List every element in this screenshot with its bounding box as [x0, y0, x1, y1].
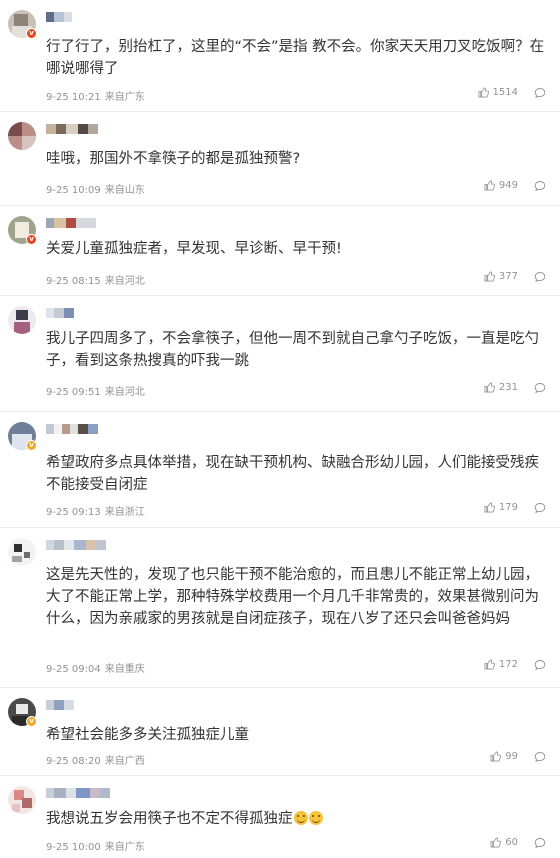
comment-item: 这是先天性的，发现了也只能干预不能治愈的，而且患儿不能正常上幼儿园，大了不能正常… [0, 528, 560, 688]
like-button[interactable]: 377 [484, 271, 518, 282]
comment-location: 来自广西 [104, 756, 145, 767]
comment-location: 来自河北 [104, 387, 145, 398]
comment-list: v 行了行了，别抬杠了，这里的“不会”是指 教不会。你家天天用刀叉吃饭啊？在哪说… [0, 0, 560, 858]
comment-bubble-icon[interactable] [534, 659, 546, 671]
comment-text: 关爱儿童孤独症者，早发现、早诊断、早干预! [46, 241, 342, 257]
comment-time: 9-25 08:20 [46, 756, 101, 767]
comment-time: 9-25 09:51 [46, 387, 101, 398]
like-count: 172 [498, 659, 518, 670]
thumbs-up-icon [490, 751, 502, 762]
comment-text: 希望社会能多多关注孤独症儿童 [46, 727, 249, 743]
username-blurred[interactable] [46, 216, 96, 230]
comment-bubble-icon[interactable] [534, 382, 546, 394]
like-button[interactable]: 172 [484, 659, 518, 670]
laughing-emoji-icon [293, 811, 308, 825]
comment-item: 我儿子四周多了，不会拿筷子，但他一周不到就自己拿勺子吃饭，一直是吃勺子，看到这条… [0, 296, 560, 412]
like-button[interactable]: 231 [484, 382, 518, 393]
username-blurred[interactable] [46, 538, 106, 552]
thumbs-up-icon [484, 502, 495, 513]
like-button[interactable]: 949 [484, 180, 518, 191]
comment-time: 9-25 09:13 [46, 507, 101, 518]
comment-item: v 希望社会能多多关注孤独症儿童 9-25 08:20 来自广西 99 [0, 688, 560, 776]
avatar[interactable] [8, 538, 36, 566]
comment-bubble-icon[interactable] [534, 87, 546, 99]
comment-location: 来自河北 [104, 276, 145, 287]
laughing-emoji-icon [308, 811, 323, 825]
username-blurred[interactable] [46, 306, 74, 320]
comment-text: 哇哦，那国外不拿筷子的都是孤独预警? [46, 151, 301, 167]
like-button[interactable]: 99 [490, 751, 518, 762]
comment-bubble-icon[interactable] [534, 751, 546, 763]
username-blurred[interactable] [46, 786, 110, 800]
like-count: 1514 [492, 87, 518, 98]
comment-text: 我儿子四周多了，不会拿筷子，但他一周不到就自己拿勺子吃饭，一直是吃勺子，看到这条… [46, 331, 539, 369]
like-button[interactable]: 179 [484, 502, 518, 513]
comment-item: v 关爱儿童孤独症者，早发现、早诊断、早干预! 9-25 08:15 来自河北 3… [0, 206, 560, 296]
avatar[interactable] [8, 786, 36, 814]
thumbs-up-icon [478, 87, 489, 98]
comment-location: 来自浙江 [104, 507, 145, 518]
comment-text-content: 我想说五岁会用筷子也不定不得孤独症 [46, 811, 293, 827]
comment-location: 来自山东 [104, 185, 145, 196]
verified-badge-icon: v [26, 234, 37, 245]
verified-badge-icon: v [26, 440, 37, 451]
comment-meta: 9-25 09:13 来自浙江 [46, 503, 145, 518]
thumbs-up-icon [484, 382, 495, 393]
comment-meta: 9-25 10:21 来自广东 [46, 88, 145, 103]
comment-bubble-icon[interactable] [534, 180, 546, 192]
comment-text: 行了行了，别抬杠了，这里的“不会”是指 教不会。你家天天用刀叉吃饭啊？在哪说哪得… [46, 39, 545, 77]
comment-meta: 9-25 10:09 来自山东 [46, 181, 145, 196]
like-count: 99 [505, 751, 518, 762]
comment-text: 我想说五岁会用筷子也不定不得孤独症 [46, 808, 546, 830]
comment-meta: 9-25 09:04 来自重庆 [46, 660, 145, 675]
comment-item: v 希望政府多点具体举措，现在缺干预机构、缺融合形幼儿园，人们能接受残疾不能接受… [0, 412, 560, 528]
avatar[interactable] [8, 306, 36, 334]
verified-badge-icon: v [26, 716, 37, 727]
like-count: 179 [498, 502, 518, 513]
avatar[interactable] [8, 122, 36, 150]
comment-item: 我想说五岁会用筷子也不定不得孤独症 9-25 10:00 来自广东 60 [0, 776, 560, 858]
username-blurred[interactable] [46, 10, 72, 24]
like-button[interactable]: 1514 [478, 87, 518, 98]
comment-meta: 9-25 08:15 来自河北 [46, 272, 145, 287]
thumbs-up-icon [484, 180, 495, 191]
like-count: 949 [498, 180, 518, 191]
comment-item: 哇哦，那国外不拿筷子的都是孤独预警? 9-25 10:09 来自山东 949 [0, 112, 560, 206]
comment-location: 来自广东 [104, 92, 145, 103]
comment-time: 9-25 10:09 [46, 185, 101, 196]
thumbs-up-icon [484, 659, 495, 670]
comment-location: 来自广东 [104, 842, 145, 853]
comment-time: 9-25 08:15 [46, 276, 101, 287]
comment-meta: 9-25 08:20 来自广西 [46, 752, 145, 767]
comment-meta: 9-25 10:00 来自广东 [46, 838, 145, 853]
username-blurred[interactable] [46, 698, 74, 712]
comment-bubble-icon[interactable] [534, 502, 546, 514]
like-count: 231 [498, 382, 518, 393]
like-count: 377 [498, 271, 518, 282]
verified-badge-icon: v [26, 28, 37, 39]
comment-time: 9-25 10:00 [46, 842, 101, 853]
username-blurred[interactable] [46, 122, 98, 136]
comment-item: v 行了行了，别抬杠了，这里的“不会”是指 教不会。你家天天用刀叉吃饭啊？在哪说… [0, 0, 560, 112]
comment-bubble-icon[interactable] [534, 837, 546, 849]
comment-location: 来自重庆 [104, 664, 145, 675]
comment-time: 9-25 09:04 [46, 664, 101, 675]
like-count: 60 [505, 837, 518, 848]
thumbs-up-icon [490, 837, 502, 848]
comment-text: 希望政府多点具体举措，现在缺干预机构、缺融合形幼儿园，人们能接受残疾不能接受自闭… [46, 455, 539, 493]
comment-bubble-icon[interactable] [534, 271, 546, 283]
like-button[interactable]: 60 [490, 837, 518, 848]
comment-meta: 9-25 09:51 来自河北 [46, 383, 145, 398]
username-blurred[interactable] [46, 422, 98, 436]
comment-text: 这是先天性的，发现了也只能干预不能治愈的，而且患儿不能正常上幼儿园，大了不能正常… [46, 567, 539, 627]
comment-time: 9-25 10:21 [46, 92, 101, 103]
thumbs-up-icon [484, 271, 495, 282]
